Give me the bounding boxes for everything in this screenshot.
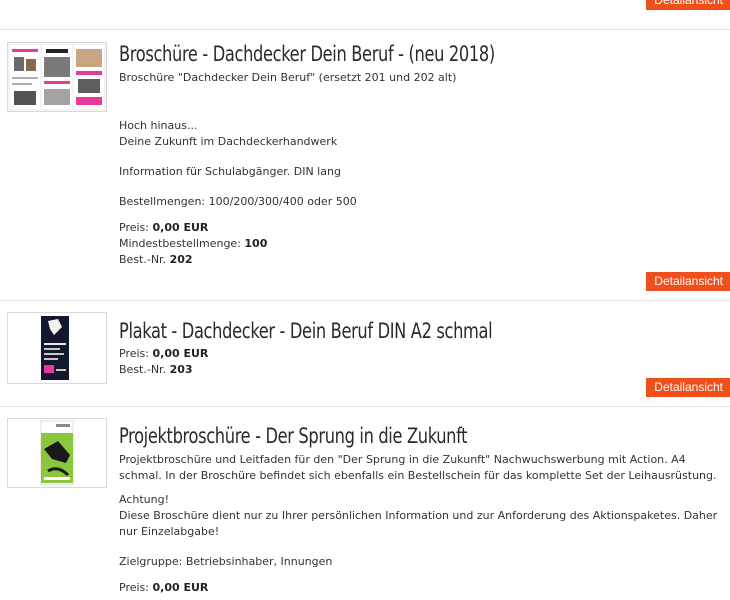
price-line: Preis: 0,00 EUR	[119, 346, 726, 362]
product-warning: Achtung!	[119, 493, 169, 506]
product-subtitle: Broschüre "Dachdecker Dein Beruf" (erset…	[119, 71, 457, 84]
poster-image-icon	[8, 313, 106, 383]
separator	[0, 300, 730, 301]
product-item-202: Broschüre - Dachdecker Dein Beruf - (neu…	[119, 41, 726, 268]
detail-button-previous[interactable]: Detailansicht	[646, 0, 730, 10]
order-number-line: Best.-Nr. 203	[119, 362, 726, 378]
target-group: Zielgruppe: Betriebsinhaber, Innungen	[119, 555, 333, 568]
product-description: Information für Schulabgänger. DIN lang	[119, 165, 341, 178]
order-number-value: 203	[169, 363, 193, 376]
price-value: 0,00 EUR	[152, 221, 209, 234]
product-title[interactable]: Projektbroschüre - Der Sprung in die Zuk…	[119, 423, 641, 449]
product-order-quantities: Bestellmengen: 100/200/300/400 oder 500	[119, 195, 357, 208]
order-number-label: Best.-Nr.	[119, 363, 167, 376]
product-description: Diese Broschüre dient nur zu Ihrer persö…	[119, 509, 718, 522]
order-number-line: Best.-Nr. 202	[119, 252, 726, 268]
product-description: Hoch hinaus...	[119, 119, 198, 132]
product-description: Projektbroschüre und Leitfaden für den "…	[119, 453, 686, 466]
separator	[0, 406, 730, 407]
product-title[interactable]: Broschüre - Dachdecker Dein Beruf - (neu…	[119, 41, 641, 67]
order-number-label: Best.-Nr.	[119, 253, 167, 266]
project-brochure-image-icon	[8, 419, 106, 487]
product-description: Deine Zukunft im Dachdeckerhandwerk	[119, 135, 338, 148]
product-thumbnail-broschure[interactable]	[7, 42, 107, 112]
detail-button[interactable]: Detailansicht	[646, 378, 730, 397]
product-thumbnail-plakat[interactable]	[7, 312, 107, 384]
order-number-value: 202	[169, 253, 193, 266]
min-order-label: Mindestbestellmenge:	[119, 237, 241, 250]
price-line: Preis: 0,00 EUR	[119, 580, 726, 596]
product-description: nur Einzelabgabe!	[119, 525, 220, 538]
product-item-projekt: Projektbroschüre - Der Sprung in die Zuk…	[119, 423, 726, 596]
price-line: Preis: 0,00 EUR	[119, 220, 726, 236]
price-label: Preis:	[119, 347, 149, 360]
price-label: Preis:	[119, 221, 149, 234]
separator	[0, 29, 730, 30]
product-description: schmal. In der Broschüre befindet sich e…	[119, 469, 717, 482]
min-order-value: 100	[244, 237, 268, 250]
price-value: 0,00 EUR	[152, 581, 209, 594]
price-value: 0,00 EUR	[152, 347, 209, 360]
price-label: Preis:	[119, 581, 149, 594]
product-thumbnail-projektbroschure[interactable]	[7, 418, 107, 488]
detail-button[interactable]: Detailansicht	[646, 272, 730, 291]
product-title[interactable]: Plakat - Dachdecker - Dein Beruf DIN A2 …	[119, 318, 641, 344]
brochure-image-icon	[8, 43, 106, 111]
min-order-line: Mindestbestellmenge: 100	[119, 236, 726, 252]
product-item-203: Plakat - Dachdecker - Dein Beruf DIN A2 …	[119, 318, 726, 378]
